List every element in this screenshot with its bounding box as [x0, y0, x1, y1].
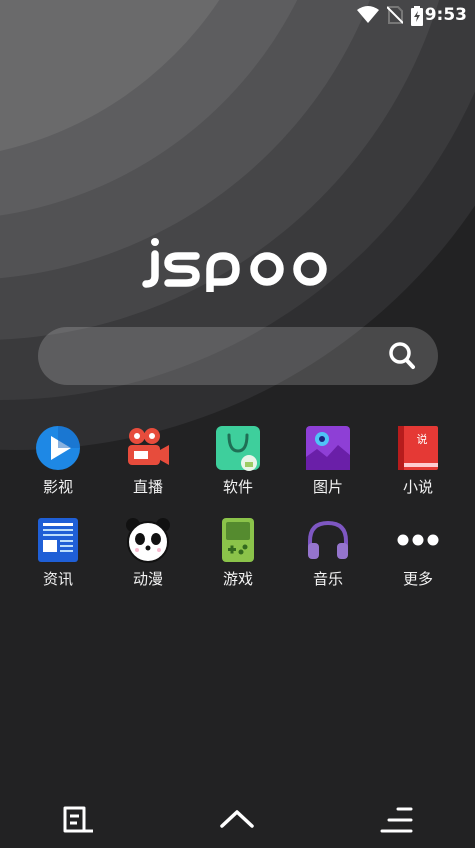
- app-label: 小说: [402, 478, 433, 496]
- app-label: 资讯: [42, 570, 73, 588]
- novel-book-icon: 说: [395, 425, 441, 471]
- app-games[interactable]: 游戏: [193, 517, 283, 589]
- more-dots-icon: [395, 517, 441, 563]
- app-label: 游戏: [222, 570, 253, 588]
- app-store-bag-icon: [215, 425, 261, 471]
- live-camera-icon: [125, 425, 171, 471]
- battery-charging-icon: [411, 6, 423, 30]
- app-label: 动漫: [132, 570, 163, 588]
- app-pictures[interactable]: 图片: [283, 425, 373, 497]
- background-arcs: [0, 0, 475, 848]
- app-novel[interactable]: 说 小说: [373, 425, 463, 497]
- app-label: 影视: [42, 478, 73, 496]
- svg-text:说: 说: [417, 432, 428, 446]
- app-video[interactable]: 影视: [13, 425, 103, 497]
- panda-icon: [125, 517, 171, 563]
- bottom-nav: [0, 795, 475, 848]
- search-icon[interactable]: [388, 341, 416, 375]
- chevron-up-icon[interactable]: [220, 809, 254, 833]
- app-news[interactable]: 资讯: [13, 517, 103, 589]
- menu-lines-icon[interactable]: [380, 805, 414, 839]
- notes-icon[interactable]: [62, 805, 94, 839]
- brand-logo: [0, 232, 475, 296]
- news-document-icon: [35, 517, 81, 563]
- app-more[interactable]: 更多: [373, 517, 463, 589]
- app-label: 软件: [222, 478, 253, 496]
- app-label: 直播: [132, 478, 163, 496]
- wifi-icon: [357, 6, 379, 28]
- app-anime[interactable]: 动漫: [103, 517, 193, 589]
- gameboy-icon: [215, 517, 261, 563]
- video-play-icon: [35, 425, 81, 471]
- status-bar: 9:53: [0, 0, 475, 30]
- app-label: 图片: [312, 478, 343, 496]
- app-live[interactable]: 直播: [103, 425, 193, 497]
- search-bar[interactable]: [38, 327, 438, 385]
- app-label: 音乐: [312, 570, 343, 588]
- picture-monster-icon: [305, 425, 351, 471]
- app-label: 更多: [402, 570, 433, 588]
- app-music[interactable]: 音乐: [283, 517, 373, 589]
- headphones-icon: [305, 517, 351, 563]
- no-sim-icon: [386, 6, 404, 28]
- status-time: 9:53: [424, 5, 467, 25]
- app-software[interactable]: 软件: [193, 425, 283, 497]
